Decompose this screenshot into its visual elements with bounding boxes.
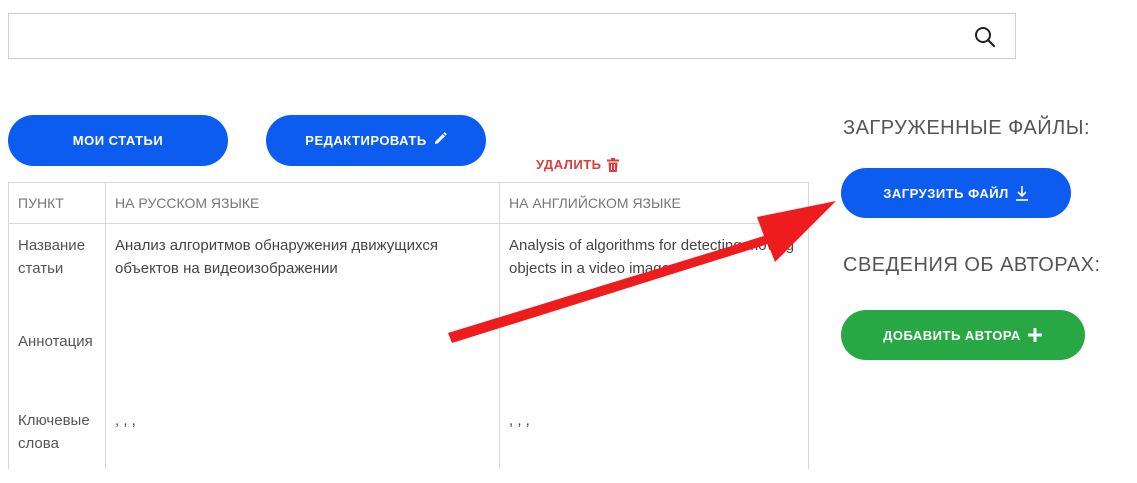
upload-file-label: ЗАГРУЗИТЬ ФАЙЛ: [883, 185, 1009, 201]
row-english-value: [499, 319, 809, 399]
delete-label: УДАЛИТЬ: [536, 157, 602, 172]
column-header-english: НА АНГЛИЙСКОМ ЯЗЫКЕ: [499, 182, 809, 224]
uploaded-files-title: ЗАГРУЖЕННЫЕ ФАЙЛЫ:: [843, 117, 1091, 139]
download-icon: [1009, 185, 1029, 201]
column-header-item: ПУНКТ: [8, 182, 106, 224]
article-table: ПУНКТ НА РУССКОМ ЯЗЫКЕ НА АНГЛИЙСКОМ ЯЗЫ…: [8, 182, 809, 469]
my-articles-label: МОИ СТАТЬИ: [72, 133, 164, 148]
row-key: Ключевые слова: [8, 398, 106, 469]
table-row-keywords: Ключевые слова , , , , , ,: [8, 398, 809, 469]
add-author-label: ДОБАВИТЬ АВТОРА: [883, 327, 1021, 343]
add-author-button[interactable]: ДОБАВИТЬ АВТОРА: [841, 310, 1085, 360]
table-header-row: ПУНКТ НА РУССКОМ ЯЗЫКЕ НА АНГЛИЙСКОМ ЯЗЫ…: [8, 182, 809, 224]
edit-button[interactable]: РЕДАКТИРОВАТЬ: [266, 115, 486, 166]
plus-icon: [1021, 327, 1043, 343]
row-russian-value: , , ,: [105, 398, 500, 469]
column-header-russian: НА РУССКОМ ЯЗЫКЕ: [105, 182, 500, 224]
table-row-annotation: Аннотация: [8, 319, 809, 399]
upload-file-button[interactable]: ЗАГРУЗИТЬ ФАЙЛ: [841, 168, 1071, 218]
pencil-icon: [427, 132, 447, 149]
row-russian-value: Анализ алгоритмов обнаружения движущихся…: [105, 223, 500, 320]
edit-label: РЕДАКТИРОВАТЬ: [305, 133, 427, 148]
row-english-value: , , ,: [499, 398, 809, 469]
row-english-value: Analysis of algorithms for detecting mov…: [499, 223, 809, 320]
row-key: Аннотация: [8, 319, 106, 399]
table-row-title: Название статьи Анализ алгоритмов обнару…: [8, 223, 809, 320]
delete-button[interactable]: УДАЛИТЬ: [536, 157, 619, 172]
search-input[interactable]: [9, 14, 973, 58]
trash-icon: [606, 157, 619, 172]
search-icon[interactable]: [973, 25, 997, 49]
my-articles-button[interactable]: МОИ СТАТЬИ: [8, 115, 228, 166]
row-key: Название статьи: [8, 223, 106, 320]
authors-info-title: СВЕДЕНИЯ ОБ АВТОРАХ:: [843, 254, 1101, 276]
search-box: [8, 13, 1016, 59]
row-russian-value: [105, 319, 500, 399]
